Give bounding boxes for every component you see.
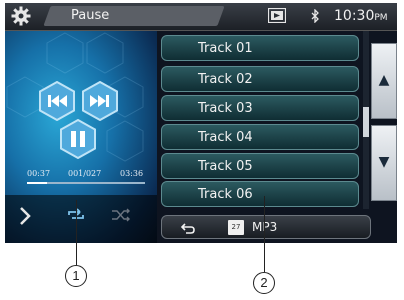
media-source-icon (268, 8, 286, 23)
scroll-up-button[interactable]: ▲ (371, 43, 397, 119)
track-item[interactable]: Track 06 (161, 181, 359, 207)
clock-suffix: PM (374, 13, 388, 23)
return-icon[interactable] (180, 222, 196, 234)
status-bar: Pause 10:30PM (5, 3, 397, 31)
track-list: Track 01 Track 02 Track 03 Track 04 Trac… (161, 31, 361, 213)
callout-line (76, 200, 77, 265)
track-item[interactable]: Track 04 (161, 124, 359, 150)
scrollbar-thumb[interactable] (363, 107, 369, 137)
arrow-down-icon: ▼ (378, 154, 390, 170)
next-button[interactable] (80, 81, 120, 121)
pause-button[interactable] (58, 119, 98, 159)
progress-bar[interactable] (27, 182, 145, 184)
time-total: 03:36 (120, 169, 144, 178)
callout-marker: 2 (253, 272, 275, 294)
previous-button[interactable] (37, 81, 77, 121)
clock-time: 10:30 (334, 8, 375, 24)
shuffle-icon[interactable] (110, 207, 132, 223)
playback-panel: 00:37 001/027 03:36 (5, 31, 157, 243)
clock: 10:30PM (334, 8, 388, 24)
time-elapsed: 00:37 (27, 169, 51, 178)
callout-line (264, 196, 265, 272)
playback-status: Pause (71, 8, 110, 23)
source-number-badge: 27 (228, 220, 244, 235)
track-item[interactable]: Track 01 (161, 35, 359, 61)
chevron-right-icon[interactable] (15, 204, 35, 228)
head-unit-screen: Pause 10:30PM 00:37 001/027 03:36 Track … (5, 3, 397, 243)
gear-icon[interactable] (11, 6, 31, 26)
scroll-down-button[interactable]: ▼ (371, 125, 397, 201)
source-bar: 27 MP3 (161, 215, 371, 239)
track-item[interactable]: Track 05 (161, 153, 359, 179)
track-item[interactable]: Track 02 (161, 66, 359, 92)
arrow-up-icon: ▲ (378, 72, 390, 88)
progress-fill (27, 182, 48, 184)
track-item[interactable]: Track 03 (161, 95, 359, 121)
callout-marker: 1 (65, 265, 87, 287)
bluetooth-icon (311, 9, 319, 23)
track-count: 001/027 (68, 169, 102, 178)
